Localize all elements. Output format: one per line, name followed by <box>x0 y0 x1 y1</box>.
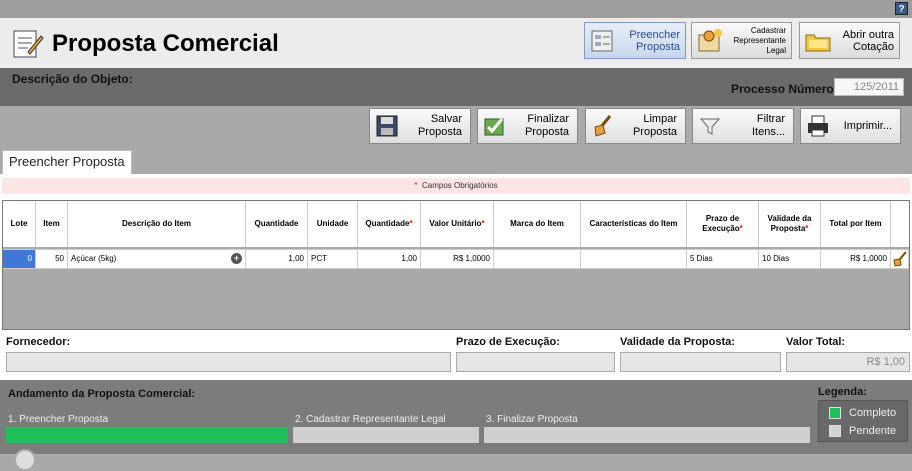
cell-descricao-text: Açúcar (5kg) <box>71 254 117 263</box>
col-unidade[interactable]: Unidade <box>308 201 358 247</box>
checklist-icon <box>484 118 504 136</box>
progress-title: Andamento da Proposta Comercial: <box>8 388 196 400</box>
col-validade[interactable]: Validade da Proposta* <box>759 201 821 247</box>
step-2-bar <box>293 427 479 443</box>
form-icon <box>591 30 613 51</box>
toolbar: Salvar Proposta Finalizar Proposta Limpa… <box>0 106 912 150</box>
proposal-validity-label: Validade da Proposta: <box>620 336 735 348</box>
total-value-label: Valor Total: <box>786 336 846 348</box>
grid-header: Lote Item Descrição do Item Quantidade U… <box>3 201 909 247</box>
cell-quantidade[interactable]: 1,00 <box>246 250 308 268</box>
col-marca[interactable]: Marca do Item <box>494 201 581 247</box>
step-1-bar <box>6 427 288 443</box>
legend-pending-label: Pendente <box>849 425 897 437</box>
filter-icon <box>699 118 721 135</box>
clear-proposal-button[interactable]: Limpar Proposta <box>585 108 686 144</box>
col-lote[interactable]: Lote <box>3 201 36 247</box>
items-grid: Lote Item Descrição do Item Quantidade U… <box>2 200 910 330</box>
legend-box: Completo Pendente <box>818 400 908 442</box>
required-star: * <box>414 181 418 190</box>
supplier-label: Fornecedor: <box>6 336 71 348</box>
tab-fill-proposal[interactable]: Preencher Proposta <box>2 150 132 174</box>
col-quantidade-proposta[interactable]: Quantidade * <box>358 201 421 247</box>
col-total[interactable]: Total por Item <box>821 201 891 247</box>
filter-items-label: Filtrar Itens... <box>751 113 785 138</box>
document-edit-icon <box>13 30 44 58</box>
col-caracteristicas[interactable]: Características do Item <box>581 201 687 247</box>
cell-prazo[interactable]: 5 Dias <box>687 250 759 268</box>
finalize-proposal-label: Finalizar Proposta <box>524 113 569 138</box>
page-title: Proposta Comercial <box>52 30 279 57</box>
fill-proposal-button[interactable]: Preencher Proposta <box>584 22 686 59</box>
step-3-bar <box>484 427 810 443</box>
save-proposal-label: Salvar Proposta <box>417 113 462 138</box>
complete-swatch <box>829 407 841 419</box>
process-number-field: 125/2011 <box>834 78 904 96</box>
cell-caracteristicas[interactable] <box>581 250 687 268</box>
folder-icon <box>805 34 831 51</box>
cell-item[interactable]: 50 <box>36 250 68 268</box>
broom-icon <box>594 115 612 137</box>
col-descricao[interactable]: Descrição do Item <box>68 201 246 247</box>
step-3-label: 3. Finalizar Proposta <box>486 414 578 425</box>
header: Proposta Comercial Preencher Proposta Ca… <box>0 18 912 68</box>
step-1-label: 1. Preencher Proposta <box>8 414 109 425</box>
clear-row-button[interactable] <box>891 250 909 268</box>
total-value-field: R$ 1,00 <box>786 352 910 372</box>
open-quotation-button[interactable]: Abrir outra Cotação <box>799 22 900 59</box>
description-bar: Descrição do Objeto: Processo Número: 12… <box>0 68 912 106</box>
save-proposal-button[interactable]: Salvar Proposta <box>369 108 471 144</box>
process-number-label: Processo Número: <box>731 82 838 96</box>
broom-icon <box>893 251 907 267</box>
floppy-disk-icon <box>376 115 398 137</box>
register-representative-button[interactable]: Cadastrar Representante Legal <box>691 22 792 59</box>
proposal-validity-field <box>620 352 781 372</box>
clear-proposal-label: Limpar Proposta <box>632 113 677 138</box>
col-valor-unitario[interactable]: Valor Unitário * <box>421 201 494 247</box>
table-row[interactable]: 0 50 Açúcar (5kg) + 1,00 PCT 1,00 R$ 1,0… <box>3 249 909 269</box>
col-item[interactable]: Item <box>36 201 68 247</box>
help-icon[interactable]: ? <box>895 2 908 15</box>
cell-descricao[interactable]: Açúcar (5kg) + <box>68 250 246 268</box>
col-prazo[interactable]: Prazo de Execução* <box>687 201 759 247</box>
object-description-label: Descrição do Objeto: <box>12 72 133 86</box>
cell-lote[interactable]: 0 <box>3 250 36 268</box>
required-fields-text: Campos Obrigatórios <box>421 181 498 190</box>
cell-unidade[interactable]: PCT <box>308 250 358 268</box>
supplier-field <box>6 352 451 372</box>
required-fields-note: * Campos Obrigatórios <box>2 178 910 194</box>
person-icon <box>698 28 722 51</box>
legend-item-pending: Pendente <box>829 424 896 438</box>
cell-marca[interactable] <box>494 250 581 268</box>
proposal-panel: * Campos Obrigatórios Lote Item Descriçã… <box>0 174 912 332</box>
tab-bar: Preencher Proposta <box>0 150 912 174</box>
cell-valor-unitario[interactable]: R$ 1,0000 <box>421 250 494 268</box>
step-2-label: 2. Cadastrar Representante Legal <box>295 414 446 425</box>
legend-item-complete: Completo <box>829 406 896 420</box>
register-representative-label: Cadastrar Representante Legal <box>733 25 786 55</box>
execution-term-field <box>456 352 615 372</box>
legend-title: Legenda: <box>818 386 867 398</box>
finalize-proposal-button[interactable]: Finalizar Proposta <box>477 108 578 144</box>
top-strip: ? <box>0 0 912 18</box>
execution-term-label: Prazo de Execução: <box>456 336 560 348</box>
printer-icon <box>808 115 828 137</box>
col-quantidade[interactable]: Quantidade <box>246 201 308 247</box>
legend-complete-label: Completo <box>849 407 897 419</box>
cell-total[interactable]: R$ 1,0000 <box>821 250 891 268</box>
print-button[interactable]: Imprimir... <box>800 108 901 144</box>
expand-icon[interactable]: + <box>231 253 242 264</box>
cell-quantidade-proposta[interactable]: 1,00 <box>358 250 421 268</box>
open-quotation-label: Abrir outra Cotação <box>842 28 894 53</box>
filter-items-button[interactable]: Filtrar Itens... <box>692 108 794 144</box>
fill-proposal-label: Preencher Proposta <box>629 28 680 53</box>
partial-circle-icon <box>14 449 36 471</box>
print-label: Imprimir... <box>843 119 892 132</box>
progress-section: Andamento da Proposta Comercial: 1. Pree… <box>0 380 912 454</box>
summary-section: Fornecedor: Prazo de Execução: Validade … <box>0 332 912 380</box>
cell-validade[interactable]: 10 Dias <box>759 250 821 268</box>
pending-swatch <box>829 425 841 437</box>
